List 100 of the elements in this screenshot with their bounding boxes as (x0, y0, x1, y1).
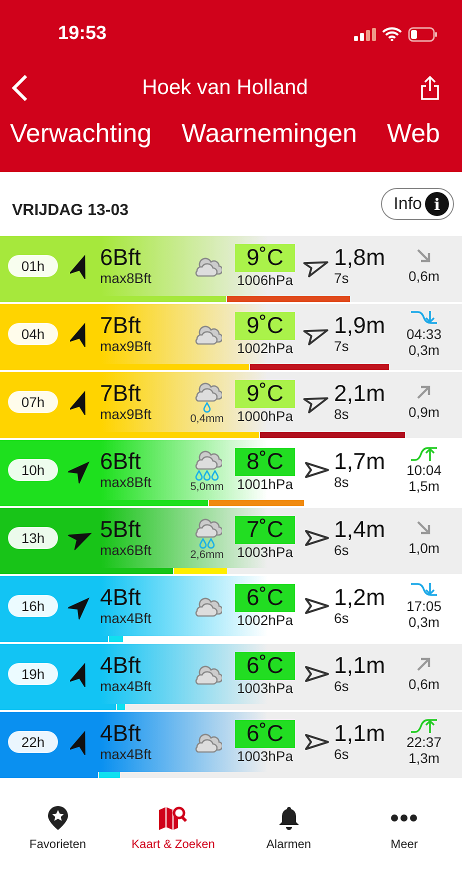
pressure: 1003hPa (236, 680, 294, 696)
high-tide-icon (410, 718, 438, 734)
nav-tab[interactable]: Favorieten (8, 805, 108, 853)
swell-arrow-icon (416, 656, 432, 672)
temperature: 7˚C (235, 516, 295, 544)
info-button[interactable]: Info i (380, 188, 454, 220)
rain-amount: 5,0mm (190, 480, 224, 492)
tide-time: 22:37 (406, 734, 442, 750)
wave-period: 8s (334, 406, 349, 423)
temperature: 9˚C (235, 380, 295, 408)
low-tide-icon (410, 310, 438, 326)
pressure: 1002hPa (236, 612, 294, 628)
info-icon: i (425, 192, 449, 216)
hour-label: 01h (8, 255, 58, 277)
tide-time: 17:05 (406, 598, 442, 614)
hour-label: 13h (8, 527, 58, 549)
wave-height: 1,7m (334, 449, 386, 474)
rain-amount: 2,6mm (190, 548, 224, 560)
wave-period: 6s (334, 746, 349, 763)
wind-gust: max8Bft (100, 474, 152, 491)
high-tide-icon (410, 446, 438, 462)
swell-height: 0,3m (408, 342, 440, 358)
nav-tab[interactable]: Kaart & Zoeken (123, 805, 224, 853)
pressure: 1000hPa (236, 408, 294, 424)
pressure: 1003hPa (236, 544, 294, 560)
wind-force: 4Bft (100, 585, 141, 610)
nav-tab[interactable]: Alarmen (238, 805, 339, 853)
wind-gust: max9Bft (100, 338, 152, 355)
temperature: 6˚C (235, 584, 295, 612)
back-button[interactable] (10, 74, 30, 102)
wave-period: 7s (334, 338, 349, 355)
wave-height: 2,1m (334, 381, 386, 406)
temperature: 9˚C (235, 312, 295, 340)
wave-arrow-icon (304, 461, 330, 479)
raindrops-icon (195, 470, 219, 480)
wind-gust: max4Bft (100, 610, 152, 627)
wave-height: 1,2m (334, 585, 386, 610)
wave-period: 6s (334, 542, 349, 559)
wind-force: 5Bft (100, 517, 141, 542)
swell-arrow-icon (416, 248, 432, 264)
wave-period: 8s (334, 474, 349, 491)
wind-force: 6Bft (100, 245, 141, 270)
location-title: Hoek van Holland (142, 76, 308, 100)
wave-arrow-icon (304, 529, 330, 547)
wind-gust: max9Bft (100, 406, 152, 423)
tab[interactable]: Waarnemingen (182, 118, 358, 149)
wave-height: 1,1m (334, 653, 386, 678)
star-pin-icon (46, 805, 69, 831)
day-label: VRIJDAG 13-03 (12, 202, 128, 220)
hour-label: 22h (8, 731, 58, 753)
more-icon (390, 814, 418, 822)
tide-time: 10:04 (406, 462, 442, 478)
wave-height: 1,1m (334, 721, 386, 746)
swell-arrow-icon (416, 384, 432, 400)
map-search-icon (158, 805, 188, 831)
tide-time: 04:33 (406, 326, 442, 342)
wave-arrow-icon (304, 733, 330, 751)
pressure: 1006hPa (236, 272, 294, 288)
battery-icon (408, 26, 438, 42)
pressure: 1001hPa (236, 476, 294, 492)
low-tide-icon (410, 582, 438, 598)
raindrops-icon (203, 402, 211, 412)
raindrops-icon (199, 538, 215, 548)
wave-arrow-icon (304, 597, 330, 615)
swell-height: 0,9m (408, 404, 440, 420)
wave-height: 1,4m (334, 517, 386, 542)
wind-gust: max8Bft (100, 270, 152, 287)
signal-icon (354, 28, 376, 40)
wind-force: 7Bft (100, 313, 141, 338)
wave-height: 1,8m (334, 245, 386, 270)
wind-force: 7Bft (100, 381, 141, 406)
swell-height: 1,5m (408, 478, 440, 494)
wind-force: 4Bft (100, 721, 141, 746)
swell-height: 1,0m (408, 540, 440, 556)
wave-period: 7s (334, 270, 349, 287)
temperature: 6˚C (235, 652, 295, 680)
hour-label: 16h (8, 595, 58, 617)
swell-height: 0,3m (408, 614, 440, 630)
wind-gust: max4Bft (100, 746, 152, 763)
status-time: 19:53 (58, 23, 107, 45)
share-button[interactable] (420, 75, 440, 101)
rain-amount: 0,4mm (190, 412, 224, 424)
swell-height: 0,6m (408, 268, 440, 284)
nav-tab[interactable]: Meer (354, 805, 454, 853)
tab[interactable]: Web (387, 118, 440, 149)
wind-force: 4Bft (100, 653, 141, 678)
wifi-icon (382, 27, 402, 41)
hour-label: 07h (8, 391, 58, 413)
swell-arrow-icon (416, 520, 432, 536)
bell-icon (278, 805, 300, 831)
temperature: 9˚C (235, 244, 295, 272)
swell-height: 1,3m (408, 750, 440, 766)
hour-label: 19h (8, 663, 58, 685)
pressure: 1003hPa (236, 748, 294, 764)
swell-height: 0,6m (408, 676, 440, 692)
wind-gust: max6Bft (100, 542, 152, 559)
tab[interactable]: Verwachting (10, 118, 152, 149)
wave-height: 1,9m (334, 313, 386, 338)
pressure: 1002hPa (236, 340, 294, 356)
wind-force: 6Bft (100, 449, 141, 474)
